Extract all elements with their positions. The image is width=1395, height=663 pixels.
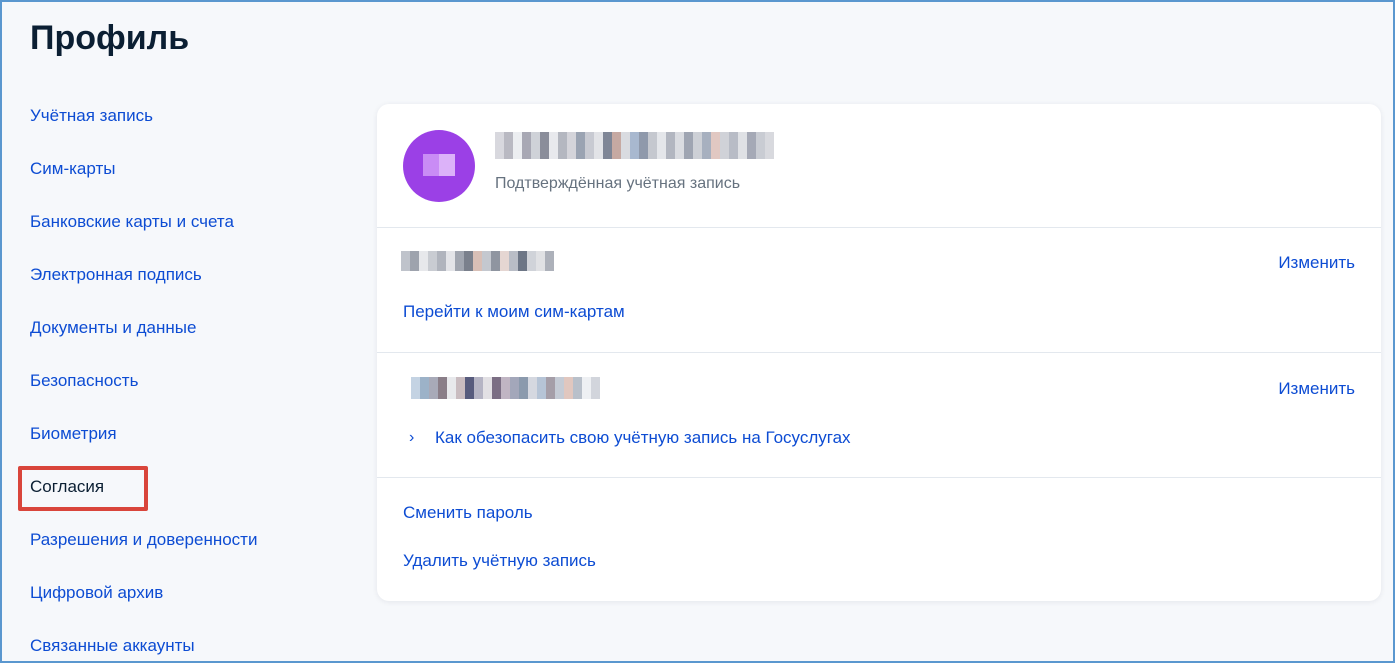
app-frame: Профиль Учётная запись Сим-карты Банковс… bbox=[0, 0, 1395, 663]
account-actions-section: Сменить пароль Удалить учётную запись bbox=[377, 478, 1381, 600]
sidebar-item-sim-cards[interactable]: Сим-карты bbox=[30, 151, 350, 204]
avatar[interactable] bbox=[403, 130, 475, 202]
change-phone-link[interactable]: Изменить bbox=[1278, 253, 1355, 273]
sidebar-item-linked-accounts[interactable]: Связанные аккаунты bbox=[30, 628, 350, 661]
sidebar-item-digital-archive[interactable]: Цифровой архив bbox=[30, 575, 350, 628]
page-title: Профиль bbox=[30, 19, 190, 57]
phone-section: Изменить Перейти к моим сим-картам bbox=[377, 228, 1381, 353]
user-name-pixelated bbox=[495, 132, 774, 159]
sidebar-item-permissions[interactable]: Разрешения и доверенности bbox=[30, 522, 350, 575]
email-pixelated bbox=[411, 377, 600, 399]
delete-account-link[interactable]: Удалить учётную запись bbox=[403, 551, 596, 571]
email-section: Изменить › Как обезопасить свою учётную … bbox=[377, 353, 1381, 478]
profile-card: Подтверждённая учётная запись Изменить П… bbox=[377, 104, 1381, 601]
sidebar-item-biometrics[interactable]: Биометрия bbox=[30, 416, 350, 469]
profile-section: Подтверждённая учётная запись bbox=[377, 104, 1381, 228]
sidebar-item-documents[interactable]: Документы и данные bbox=[30, 310, 350, 363]
sidebar-item-bank-cards[interactable]: Банковские карты и счета bbox=[30, 204, 350, 257]
change-email-link[interactable]: Изменить bbox=[1278, 379, 1355, 399]
change-password-link[interactable]: Сменить пароль bbox=[403, 503, 533, 523]
account-status: Подтверждённая учётная запись bbox=[495, 175, 741, 192]
sidebar-nav: Учётная запись Сим-карты Банковские карт… bbox=[30, 98, 350, 661]
phone-number-pixelated bbox=[401, 251, 554, 271]
sidebar-item-account[interactable]: Учётная запись bbox=[30, 98, 350, 151]
sidebar-item-consents[interactable]: Согласия bbox=[30, 469, 350, 522]
sidebar-item-e-signature[interactable]: Электронная подпись bbox=[30, 257, 350, 310]
go-to-sim-cards-link[interactable]: Перейти к моим сим-картам bbox=[403, 302, 625, 322]
avatar-initials-pixelated bbox=[423, 154, 455, 176]
sidebar-item-security[interactable]: Безопасность bbox=[30, 363, 350, 416]
how-to-secure-account-link[interactable]: Как обезопасить свою учётную запись на Г… bbox=[435, 428, 851, 448]
chevron-right-icon: › bbox=[409, 429, 415, 446]
